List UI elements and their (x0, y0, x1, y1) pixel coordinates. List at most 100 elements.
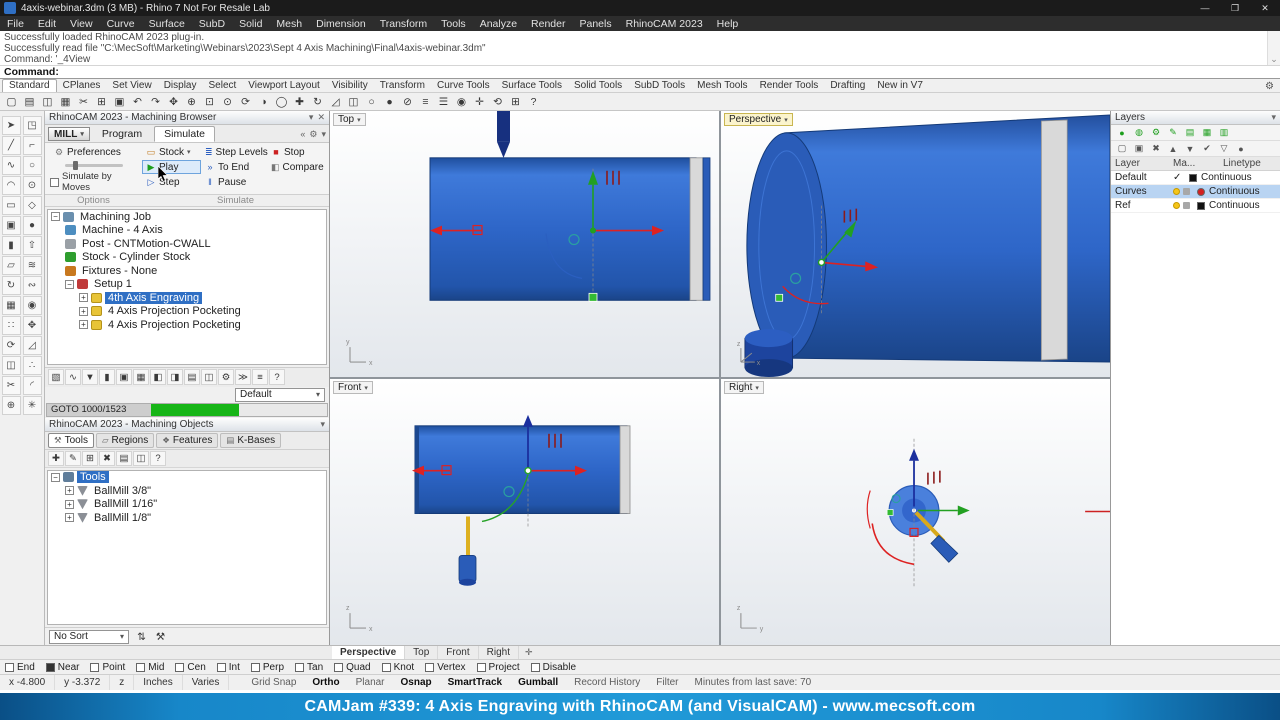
save-tool-library[interactable]: ◫ (133, 450, 149, 466)
layer-settings-gear[interactable]: ⚙ (1149, 126, 1163, 139)
toolbar-tab[interactable]: SubD Tools (628, 80, 691, 92)
status-toggle[interactable]: SmartTrack (440, 677, 510, 688)
toolbar-tab[interactable]: Display (158, 80, 203, 92)
menu-item[interactable]: Help (710, 18, 746, 30)
loft[interactable]: ≋ (22, 256, 42, 275)
sim-stock-visibility[interactable]: ▧ (48, 369, 64, 385)
open-file[interactable]: ▤ (21, 94, 38, 110)
to-end-button[interactable]: » To End (201, 160, 267, 174)
osnap-toggle[interactable]: Disable (530, 662, 576, 673)
sim-holder-visibility[interactable]: ▮ (99, 369, 115, 385)
sim-legend[interactable]: ≡ (252, 369, 268, 385)
selection-filter[interactable]: ◳ (22, 116, 42, 135)
perspective-viewport-canvas[interactable]: x z (721, 111, 1110, 377)
rotate-tool[interactable]: ⟳ (1, 336, 21, 355)
status-toggle[interactable]: Minutes from last save: 70 (687, 677, 820, 688)
stop-button[interactable]: ■ Stop (267, 145, 327, 159)
array-tool[interactable]: ∴ (22, 356, 42, 375)
toolbar-tab[interactable]: Mesh Tools (691, 80, 753, 92)
osnap-toggle[interactable]: Knot (381, 662, 414, 673)
ellipse[interactable]: ⊙ (22, 176, 42, 195)
objects-tab[interactable]: ▱ Regions (95, 432, 155, 448)
rectangle[interactable]: ▭ (1, 196, 21, 215)
cut[interactable]: ✂ (75, 94, 92, 110)
status-toggle[interactable]: Gumball (510, 677, 566, 688)
panel-menu-icon[interactable]: ▾ (1271, 112, 1276, 123)
line[interactable]: ╱ (1, 136, 21, 155)
subd[interactable]: ◉ (22, 296, 42, 315)
tree-item-ballmill[interactable]: + BallMill 1/8" (48, 511, 326, 525)
maximize-button[interactable]: ❐ (1220, 0, 1250, 16)
right-viewport-canvas[interactable]: y z (721, 379, 1110, 645)
rotate[interactable]: ↻ (309, 94, 326, 110)
status-toggle[interactable]: Planar (348, 677, 393, 688)
menu-item[interactable]: Edit (31, 18, 63, 30)
mill-module-button[interactable]: MILL ▾ (48, 127, 90, 141)
filter-layers[interactable]: ▽ (1217, 142, 1231, 155)
top-viewport-canvas[interactable]: x y (330, 111, 719, 377)
viewport-tab[interactable]: Top (405, 646, 439, 659)
layer-row-curves[interactable]: Curves Continuous (1111, 185, 1280, 199)
expand-icon[interactable]: + (79, 306, 88, 316)
layer-linetype[interactable]: Continuous (1209, 200, 1280, 211)
step-button[interactable]: ▷ Step (142, 175, 201, 189)
toolbar-tab[interactable]: Standard (2, 79, 57, 92)
move-tool[interactable]: ✥ (22, 316, 42, 335)
circle[interactable]: ○ (22, 156, 42, 175)
toolbar-tab[interactable]: Viewport Layout (242, 80, 326, 92)
curve[interactable]: ∿ (1, 156, 21, 175)
menu-item[interactable]: Mesh (269, 18, 309, 30)
play-button[interactable]: ▶ Play (142, 160, 201, 174)
column-material[interactable]: Ma... (1173, 158, 1223, 169)
delete-tool[interactable]: ✖ (99, 450, 115, 466)
osnap-checkbox[interactable] (381, 662, 391, 672)
status-toggle[interactable]: Ortho (304, 677, 347, 688)
menu-item[interactable]: SubD (192, 18, 232, 30)
toolbar-tab[interactable]: CPlanes (57, 80, 107, 92)
zoom-window[interactable]: ⊡ (201, 94, 218, 110)
trim[interactable]: ✂ (1, 376, 21, 395)
osnap-toggle[interactable]: Project (476, 662, 520, 673)
layer-state-mixed[interactable]: ◍ (1132, 126, 1146, 139)
osnap-toggle[interactable]: Tan (295, 662, 323, 673)
create-tool[interactable]: ✚ (48, 450, 64, 466)
box[interactable]: ▣ (1, 216, 21, 235)
chevron-down-icon[interactable]: ▾ (784, 116, 788, 124)
status-toggle[interactable]: Osnap (393, 677, 440, 688)
sim-toolpath-visibility[interactable]: ∿ (65, 369, 81, 385)
lock-objects[interactable]: ⊘ (399, 94, 416, 110)
step-levels-button[interactable]: ≣ Step Levels (201, 145, 268, 159)
pan-view[interactable]: ✥ (165, 94, 182, 110)
osnap-toggle[interactable]: Cen (175, 662, 206, 673)
simulation-speed-slider[interactable] (65, 161, 123, 170)
tree-item-machining-job[interactable]: − Machining Job (48, 210, 326, 224)
gumball-y-arrow[interactable] (957, 505, 970, 516)
collapse-icon[interactable]: − (51, 472, 60, 482)
menu-item[interactable]: View (63, 18, 100, 30)
menu-item[interactable]: Tools (434, 18, 473, 30)
viewport-tab[interactable]: Right (479, 646, 519, 659)
menu-item[interactable]: File (0, 18, 31, 30)
layer-edit[interactable]: ✎ (1166, 126, 1180, 139)
tree-item-machine[interactable]: Machine - 4 Axis (48, 224, 326, 238)
close-button[interactable]: ✕ (1250, 0, 1280, 16)
explode[interactable]: ✳ (22, 396, 42, 415)
current-layer-check-icon[interactable]: ✓ (1173, 172, 1185, 183)
edit-tool[interactable]: ✎ (65, 450, 81, 466)
move-layer-down[interactable]: ▼ (1183, 142, 1197, 155)
osnap-checkbox[interactable] (530, 662, 540, 672)
layer-grid-view[interactable]: ▦ (1200, 126, 1214, 139)
objects-tab[interactable]: ⚒ Tools (48, 432, 94, 448)
sim-help[interactable]: ? (269, 369, 285, 385)
scale-tool[interactable]: ◿ (22, 336, 42, 355)
match-layer[interactable]: ✔ (1200, 142, 1214, 155)
toolbar-options-gear-icon[interactable]: ⚙ (1259, 81, 1280, 92)
command-prompt-input[interactable]: Command: (0, 66, 1280, 79)
expand-icon[interactable]: + (65, 513, 74, 523)
new-viewport-tab-icon[interactable]: ✛ (519, 647, 539, 658)
polyline[interactable]: ⌐ (22, 136, 42, 155)
layer-visibility-bulb-icon[interactable] (1173, 188, 1180, 195)
scroll-down-icon[interactable]: ⌄ (1270, 54, 1278, 65)
osnap-checkbox[interactable] (216, 662, 226, 672)
sim-fixture-visibility[interactable]: ▣ (116, 369, 132, 385)
